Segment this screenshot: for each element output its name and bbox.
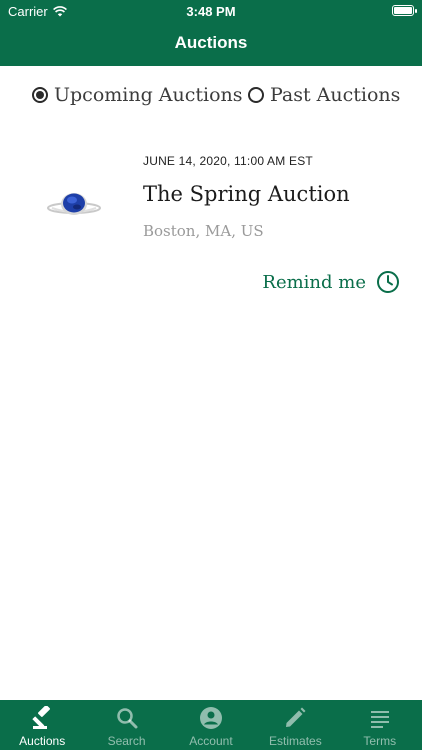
search-icon: [116, 708, 138, 729]
sapphire-ring-image: [47, 193, 101, 215]
clock-icon: [377, 271, 399, 293]
auction-filter: Upcoming Auctions Past Auctions: [0, 84, 422, 110]
pencil-icon: [286, 707, 306, 727]
past-auctions-label: Past Auctions: [270, 84, 401, 106]
radio-selected-icon: [32, 87, 48, 103]
remind-me-label: Remind me: [262, 271, 366, 293]
tab-account-label: Account: [189, 734, 233, 748]
account-icon: [199, 707, 222, 729]
tab-auctions[interactable]: Auctions: [0, 700, 84, 750]
navigation-header: Carrier 3:48 PM Auctions: [0, 0, 422, 66]
auction-title[interactable]: The Spring Auction: [143, 182, 350, 206]
gavel-icon: [32, 706, 51, 729]
upcoming-auctions-label: Upcoming Auctions: [54, 84, 243, 106]
upcoming-auctions-radio[interactable]: Upcoming Auctions: [32, 84, 243, 106]
tab-estimates[interactable]: Estimates: [253, 700, 337, 750]
tab-account[interactable]: Account: [169, 700, 253, 750]
tab-terms-label: Terms: [363, 734, 397, 748]
tab-terms[interactable]: Terms: [338, 700, 422, 750]
page-title: Auctions: [174, 33, 248, 52]
list-icon: [370, 711, 389, 728]
status-time: 3:48 PM: [186, 4, 236, 19]
past-auctions-radio[interactable]: Past Auctions: [248, 84, 400, 106]
tab-search-label: Search: [107, 734, 146, 748]
tab-bar: Auctions Search Account Estimates Terms: [0, 700, 422, 750]
tab-search[interactable]: Search: [84, 700, 168, 750]
tab-auctions-label: Auctions: [19, 734, 66, 748]
tab-estimates-label: Estimates: [269, 734, 322, 748]
battery-icon: [392, 5, 417, 16]
auction-date: JUNE 14, 2020, 11:00 AM EST: [143, 154, 313, 168]
radio-unselected-icon: [248, 87, 264, 103]
auction-card[interactable]: JUNE 14, 2020, 11:00 AM EST The Spring A…: [0, 140, 422, 310]
status-bar: Carrier 3:48 PM: [0, 0, 422, 22]
auction-location: Boston, MA, US: [143, 222, 264, 240]
remind-me-button[interactable]: Remind me: [262, 270, 400, 294]
